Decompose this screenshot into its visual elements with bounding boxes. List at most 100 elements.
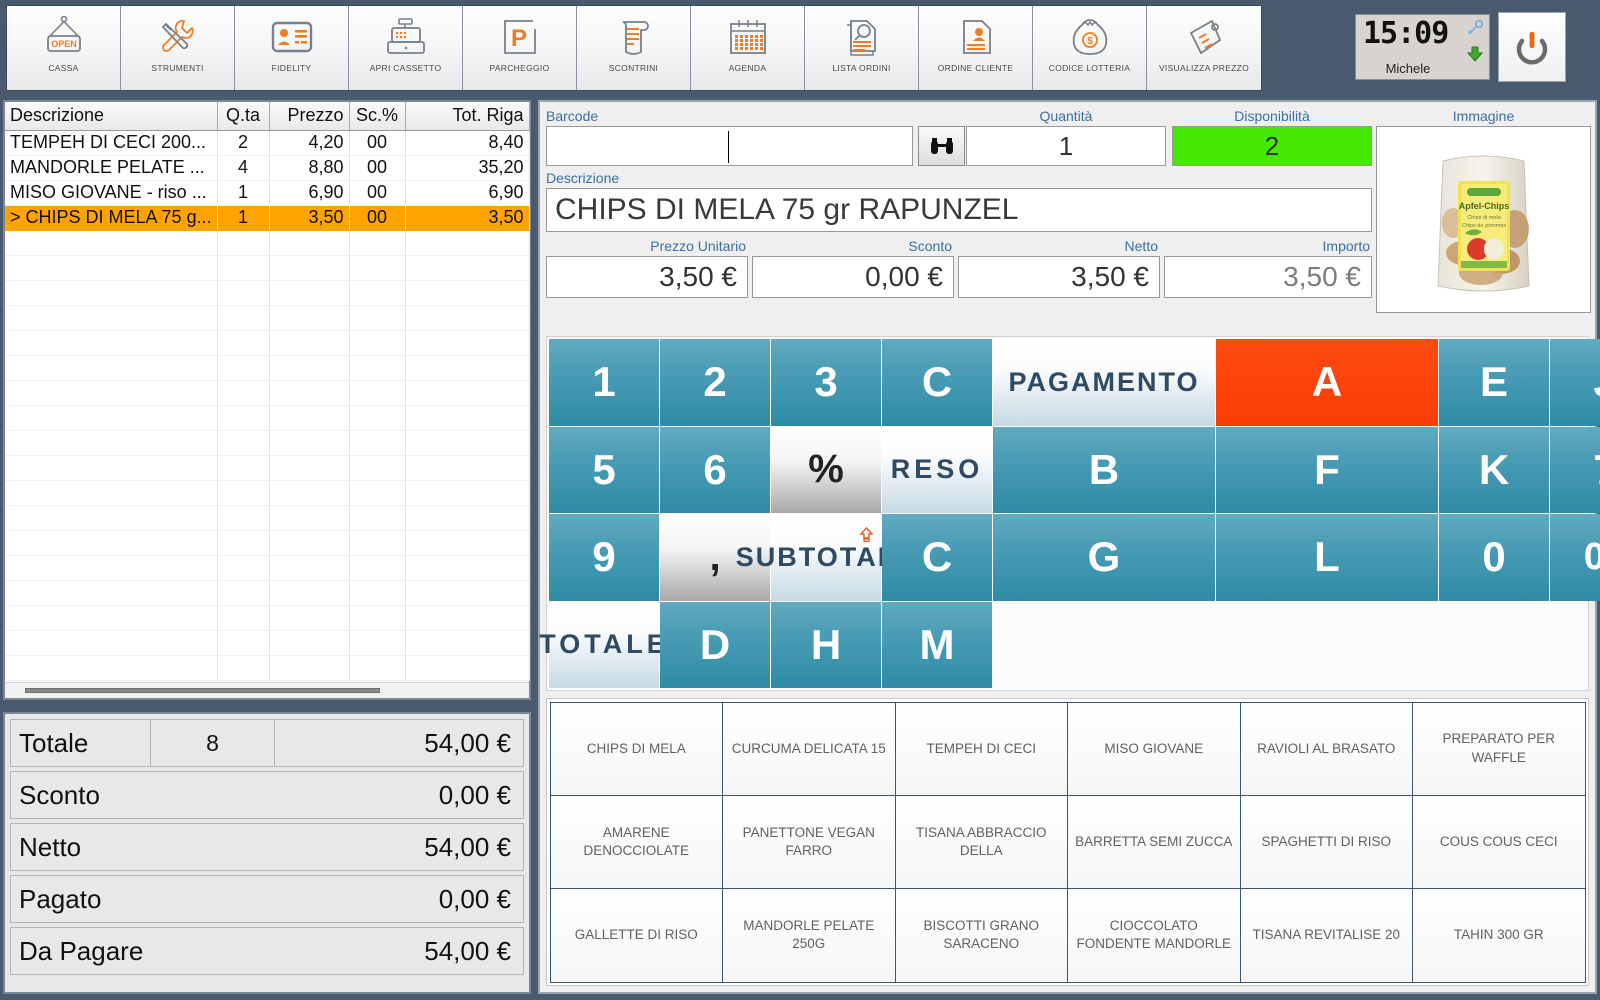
column-header-descrizione[interactable]: Descrizione — [5, 102, 218, 131]
product-shortcut-label: TISANA REVITALISE 20 — [1252, 927, 1401, 943]
column-header-sconto[interactable]: Sc.% — [349, 102, 406, 131]
key-c[interactable]: C — [882, 514, 992, 601]
key-label: 6 — [703, 445, 727, 493]
product-shortcut-button[interactable]: MISO GIOVANE — [1067, 701, 1241, 796]
key-l[interactable]: L — [1216, 514, 1438, 601]
column-header-prezzo[interactable]: Prezzo — [269, 102, 350, 131]
toolbar-button-strumenti[interactable]: STRUMENTI — [121, 6, 235, 90]
product-shortcut-button[interactable]: PREPARATO PER WAFFLE — [1412, 701, 1586, 796]
key-f[interactable]: F — [1216, 426, 1438, 513]
toolbar-button-agenda[interactable]: AGENDA — [691, 6, 805, 90]
product-shortcut-button[interactable]: MANDORLE PELATE 250G — [722, 888, 896, 983]
product-shortcut-button[interactable]: TAHIN 300 GR — [1412, 888, 1586, 983]
cell-descrizione: MISO GIOVANE - riso ... — [5, 180, 218, 206]
key-label: 1 — [592, 358, 616, 406]
sconto-input[interactable]: 0,00 € — [752, 256, 954, 298]
key-h[interactable]: H — [771, 601, 881, 688]
key-g[interactable]: G — [993, 514, 1215, 601]
product-shortcut-button[interactable]: COUS COUS CECI — [1412, 794, 1586, 890]
tools-icon — [153, 13, 203, 61]
item-list-horizontal-scrollbar[interactable] — [5, 682, 529, 698]
toolbar-button-codice-lotteria[interactable]: $ CODICE LOTTERIA — [1033, 6, 1147, 90]
product-shortcut-button[interactable]: RAVIOLI AL BRASATO — [1239, 701, 1413, 796]
table-row[interactable]: > CHIPS DI MELA 75 g... 1 3,50 00 3,50 — [5, 205, 530, 231]
product-shortcut-button[interactable]: PANETTONE VEGAN FARRO — [722, 794, 896, 890]
empty-row — [5, 405, 530, 431]
empty-row — [5, 530, 530, 556]
key-6[interactable]: 6 — [660, 426, 770, 513]
toolbar-button-fidelity[interactable]: FIDELITY — [235, 6, 349, 90]
key-label: M — [919, 620, 955, 668]
barcode-search-button[interactable] — [918, 126, 965, 166]
totals-amount: 54,00 € — [424, 727, 511, 758]
key-e[interactable]: E — [1439, 339, 1549, 426]
key-b[interactable]: B — [993, 426, 1215, 513]
key-k[interactable]: K — [1439, 426, 1549, 513]
key-reso[interactable]: RESO — [882, 426, 992, 513]
prezzo-unitario-input[interactable]: 3,50 € — [546, 256, 748, 298]
product-shortcut-button[interactable]: TISANA REVITALISE 20 — [1239, 888, 1413, 983]
totals-amount: 0,00 € — [438, 883, 511, 914]
product-shortcut-button[interactable]: GALLETTE DI RISO — [549, 888, 723, 983]
product-shortcut-button[interactable]: TEMPEH DI CECI — [894, 701, 1068, 796]
product-shortcut-button[interactable]: CHIPS DI MELA — [549, 701, 723, 796]
key-totale[interactable]: TOTALE — [539, 601, 665, 688]
key-9[interactable]: 9 — [549, 514, 659, 601]
table-row[interactable]: TEMPEH DI CECI 200... 2 4,20 00 8,40 — [5, 130, 530, 156]
product-shortcut-button[interactable]: CURCUMA DELICATA 15 — [722, 701, 896, 796]
key-0[interactable]: 0 — [1439, 514, 1549, 601]
table-row[interactable]: MANDORLE PELATE ... 4 8,80 00 35,20 — [5, 155, 530, 181]
toolbar-button-label: PARCHEGGIO — [489, 63, 550, 73]
product-shortcut-button[interactable]: AMARENE DENOCCIOLATE — [549, 794, 723, 890]
column-header-totriga[interactable]: Tot. Riga — [405, 102, 530, 131]
power-button[interactable] — [1498, 12, 1566, 82]
key-[interactable]: % — [771, 426, 881, 513]
clock-widget: 15:09 Michele — [1355, 14, 1490, 80]
totals-row-totale: Totale 8 54,00 € — [10, 719, 524, 767]
key-c[interactable]: C — [882, 339, 992, 426]
product-shortcut-button[interactable]: BISCOTTI GRANO SARACENO — [894, 888, 1068, 983]
barcode-input[interactable] — [546, 126, 913, 166]
totals-label: Totale — [11, 720, 151, 766]
key-00[interactable]: 00 — [1550, 514, 1600, 601]
product-shortcut-button[interactable]: CIOCCOLATO FONDENTE MANDORLE — [1067, 888, 1241, 983]
toolbar-button-lista-ordini[interactable]: LISTA ORDINI — [805, 6, 919, 90]
key-1[interactable]: 1 — [549, 339, 659, 426]
toolbar-button-apri-cassetto[interactable]: APRI CASSETTO — [349, 6, 463, 90]
product-shortcut-label: BARRETTA SEMI ZUCCA — [1075, 833, 1233, 849]
key-5[interactable]: 5 — [549, 426, 659, 513]
descrizione-input[interactable]: CHIPS DI MELA 75 gr RAPUNZEL — [546, 188, 1372, 232]
toolbar-button-ordine-cliente[interactable]: ORDINE CLIENTE — [919, 6, 1033, 90]
key-subtotale[interactable]: SUBTOTALE — [736, 514, 914, 601]
key-j[interactable]: J — [1550, 339, 1600, 426]
svg-text:$: $ — [1087, 36, 1093, 47]
apple-chips-package-image: Apfel-Chips Chips di mela Chips de pomme… — [1437, 155, 1530, 291]
key-2[interactable]: 2 — [660, 339, 770, 426]
column-header-qta[interactable]: Q.ta — [217, 102, 270, 131]
table-header-row: Descrizione Q.ta Prezzo Sc.% Tot. Riga — [5, 102, 530, 131]
quantita-input[interactable]: 1 — [966, 126, 1166, 166]
key-a[interactable]: A — [1216, 339, 1438, 426]
toolbar-button-cassa[interactable]: OPEN CASSA — [7, 6, 121, 90]
download-arrow-icon[interactable] — [1466, 45, 1484, 68]
key-3[interactable]: 3 — [771, 339, 881, 426]
product-shortcut-button[interactable]: SPAGHETTI DI RISO — [1239, 794, 1413, 890]
scrollbar-thumb[interactable] — [25, 688, 380, 693]
table-row[interactable]: MISO GIOVANE - riso ... 1 6,90 00 6,90 — [5, 180, 530, 206]
numeric-keypad: 123CPAGAMENTOAEJ456%RESOBFK789,SUBTOTALE… — [539, 336, 1600, 691]
key-pagamento[interactable]: PAGAMENTO — [993, 339, 1215, 426]
product-shortcut-button[interactable]: BARRETTA SEMI ZUCCA — [1067, 794, 1241, 890]
netto-input[interactable]: 3,50 € — [958, 256, 1160, 298]
product-shortcut-label: BISCOTTI GRANO SARACENO — [923, 918, 1039, 952]
cell-prezzo: 6,90 — [269, 180, 350, 206]
toolbar-button-parcheggio[interactable]: P PARCHEGGIO — [463, 6, 577, 90]
key-m[interactable]: M — [882, 601, 992, 688]
key-icon[interactable] — [1466, 19, 1484, 42]
key-d[interactable]: D — [660, 601, 770, 688]
key-7[interactable]: 7 — [1550, 426, 1600, 513]
totals-quantity: 8 — [151, 720, 275, 766]
toolbar-button-visualizza-prezzo[interactable]: VISUALIZZA PREZZO — [1147, 6, 1261, 90]
toolbar-button-scontrini[interactable]: SCONTRINI — [577, 6, 691, 90]
key-label: J — [1593, 358, 1600, 406]
product-shortcut-button[interactable]: TISANA ABBRACCIO DELLA — [894, 794, 1068, 890]
